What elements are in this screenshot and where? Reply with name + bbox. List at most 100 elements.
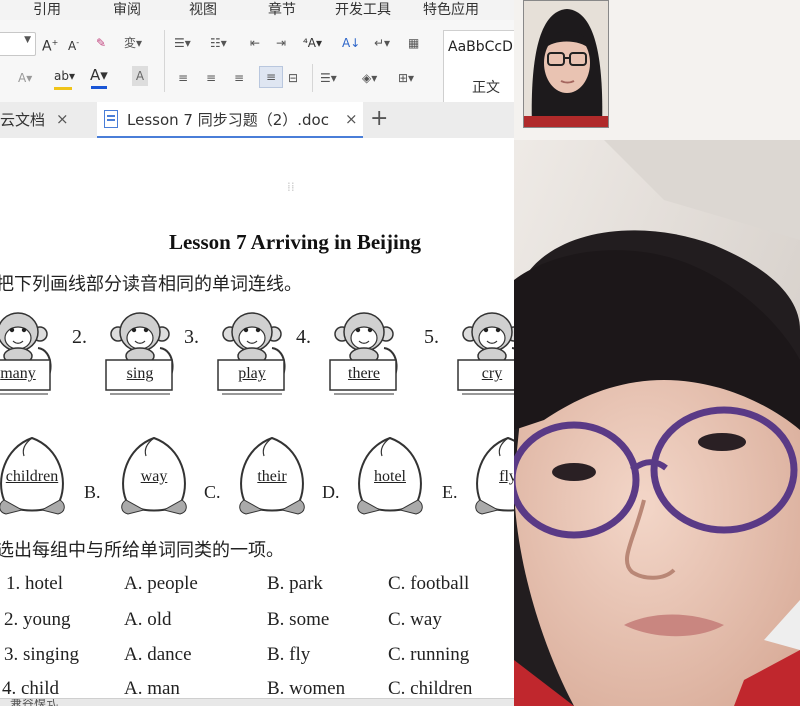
justify-icon[interactable]: ≡ <box>259 66 283 88</box>
table-icon[interactable]: ▦ <box>408 33 419 53</box>
phonetic-guide-icon[interactable]: 変▾ <box>124 33 142 53</box>
monkey-card: cry <box>456 308 514 398</box>
monkey-word: play <box>238 365 266 382</box>
peach-word: children <box>5 468 59 485</box>
line-spacing-icon[interactable]: ☰▾ <box>320 68 337 88</box>
monkey-word: there <box>348 365 380 382</box>
instruction-1: 把下列画线部分读音相同的单词连线。 <box>0 274 302 295</box>
peach-word: their <box>257 468 287 485</box>
highlight-color-swatch <box>54 87 72 90</box>
peach-card: their <box>234 430 310 520</box>
document-title: Lesson 7 Arriving in Beijing <box>168 230 422 254</box>
ribbon-separator <box>164 30 165 92</box>
monkey-card: play <box>216 308 288 398</box>
text-effect-icon[interactable]: A▾ <box>18 68 32 88</box>
peach-word: fly <box>499 468 514 485</box>
option-c: C. way <box>388 609 442 630</box>
grow-font-icon[interactable]: A+ <box>42 33 58 57</box>
peach-word: way <box>140 468 168 485</box>
font-size-select[interactable]: ▼ <box>0 32 36 56</box>
status-bar: 兼容模式 <box>0 698 514 706</box>
monkey-card: there <box>328 308 400 398</box>
close-icon[interactable]: × <box>56 110 69 128</box>
style-gallery[interactable]: AaBbCcD 正文 <box>443 30 514 112</box>
item-number: 2. <box>72 326 87 348</box>
item-letter: E. <box>442 482 458 502</box>
exercise-question: 2. young <box>4 609 71 630</box>
monkey-word: cry <box>481 365 503 382</box>
option-b: B. women <box>267 678 346 699</box>
option-a: A. old <box>124 609 172 630</box>
menu-review[interactable]: 审阅 <box>113 0 141 20</box>
item-number: 4. <box>296 326 311 348</box>
decrease-indent-icon[interactable]: ⇤ <box>250 33 260 53</box>
tab-active-document[interactable]: Lesson 7 同步习题（2）.doc × <box>97 102 363 138</box>
option-b: B. some <box>267 609 330 630</box>
menu-view[interactable]: 视图 <box>189 0 217 20</box>
compat-mode-label: 兼容模式 <box>10 698 59 706</box>
monkey-word: many <box>0 365 36 382</box>
word-processor-window: 引用 审阅 视图 章节 开发工具 特色应用 ▼ A+ A- ✎ 変▾ ☰▾ ☷▾… <box>0 0 514 706</box>
align-right-icon[interactable]: ≡ <box>234 68 244 88</box>
option-b: B. fly <box>267 644 311 665</box>
option-c: C. running <box>388 644 470 665</box>
ribbon-toolbar: ▼ A+ A- ✎ 変▾ ☰▾ ☷▾ ⇤ ⇥ ⁴A▾ A↓ ↵▾ ▦ A▾ ab… <box>0 20 514 112</box>
peach-word: hotel <box>374 468 406 485</box>
instruction-2: 选出每组中与所给单词同类的一项。 <box>0 540 284 561</box>
text-tools-icon[interactable]: ⁴A▾ <box>303 33 322 53</box>
menu-developer-tools[interactable]: 开发工具 <box>335 0 391 20</box>
highlight-color-icon[interactable]: ab▾ <box>54 66 75 86</box>
exercise-question: 3. singing <box>4 644 79 665</box>
clear-format-icon[interactable]: ✎ <box>96 33 106 53</box>
style-preview: AaBbCcD <box>448 39 513 55</box>
option-b: B. park <box>267 573 323 594</box>
page-margin-marker: ⁞⁞ <box>287 180 295 194</box>
menu-references[interactable]: 引用 <box>33 0 61 20</box>
shading-fill-icon[interactable]: ◈▾ <box>362 68 377 88</box>
bullet-list-icon[interactable]: ☰▾ <box>174 33 191 53</box>
font-color-swatch <box>91 86 107 89</box>
menu-special-apps[interactable]: 特色应用 <box>423 0 479 20</box>
monkey-card: many <box>0 308 54 398</box>
font-color-icon[interactable]: A▾ <box>90 65 108 85</box>
align-left-icon[interactable]: ≡ <box>178 68 188 88</box>
monkey-word: sing <box>126 365 154 382</box>
close-icon[interactable]: × <box>345 110 358 128</box>
option-c: C. children <box>388 678 473 699</box>
monkey-card: sing <box>104 308 176 398</box>
align-center-icon[interactable]: ≡ <box>206 68 216 88</box>
distributed-align-icon[interactable]: ⊟ <box>288 68 298 88</box>
option-a: A. man <box>124 678 180 699</box>
teacher-portrait-image <box>524 1 608 127</box>
ribbon-separator <box>312 64 313 92</box>
self-view-thumbnail[interactable] <box>523 0 609 128</box>
increase-indent-icon[interactable]: ⇥ <box>276 33 286 53</box>
style-name-normal: 正文 <box>472 80 500 96</box>
item-letter: C. <box>204 482 221 502</box>
show-hide-marks-icon[interactable]: ↵▾ <box>374 33 390 53</box>
peach-card: way <box>116 430 192 520</box>
document-tab-bar: 云文档 × Lesson 7 同步习题（2）.doc × + <box>0 102 514 139</box>
chevron-down-icon: ▼ <box>24 35 31 45</box>
item-number: 5. <box>424 326 439 348</box>
sort-icon[interactable]: A↓ <box>342 33 360 53</box>
shrink-font-icon[interactable]: A- <box>68 33 79 56</box>
exercise-question: 1. hotel <box>6 573 63 594</box>
item-letter: D. <box>322 482 340 502</box>
document-page[interactable]: ⁞⁞ Lesson 7 Arriving in Beijing 把下列画线部分读… <box>0 138 514 699</box>
option-a: A. people <box>124 573 198 594</box>
doc-file-icon <box>104 110 118 128</box>
borders-icon[interactable]: ⊞▾ <box>398 68 414 88</box>
tab-cloud-docs[interactable]: 云文档 <box>0 102 45 138</box>
new-tab-icon[interactable]: + <box>370 106 388 131</box>
peach-card: fly <box>470 430 514 520</box>
option-c: C. football <box>388 573 470 594</box>
peach-card: hotel <box>352 430 428 520</box>
numbered-list-icon[interactable]: ☷▾ <box>210 33 227 53</box>
peach-card: children <box>0 430 70 520</box>
character-shading-icon[interactable]: A <box>132 66 148 86</box>
menu-section[interactable]: 章节 <box>268 0 296 20</box>
item-number: 3. <box>184 326 199 348</box>
option-a: A. dance <box>124 644 192 665</box>
item-letter: B. <box>84 482 101 502</box>
